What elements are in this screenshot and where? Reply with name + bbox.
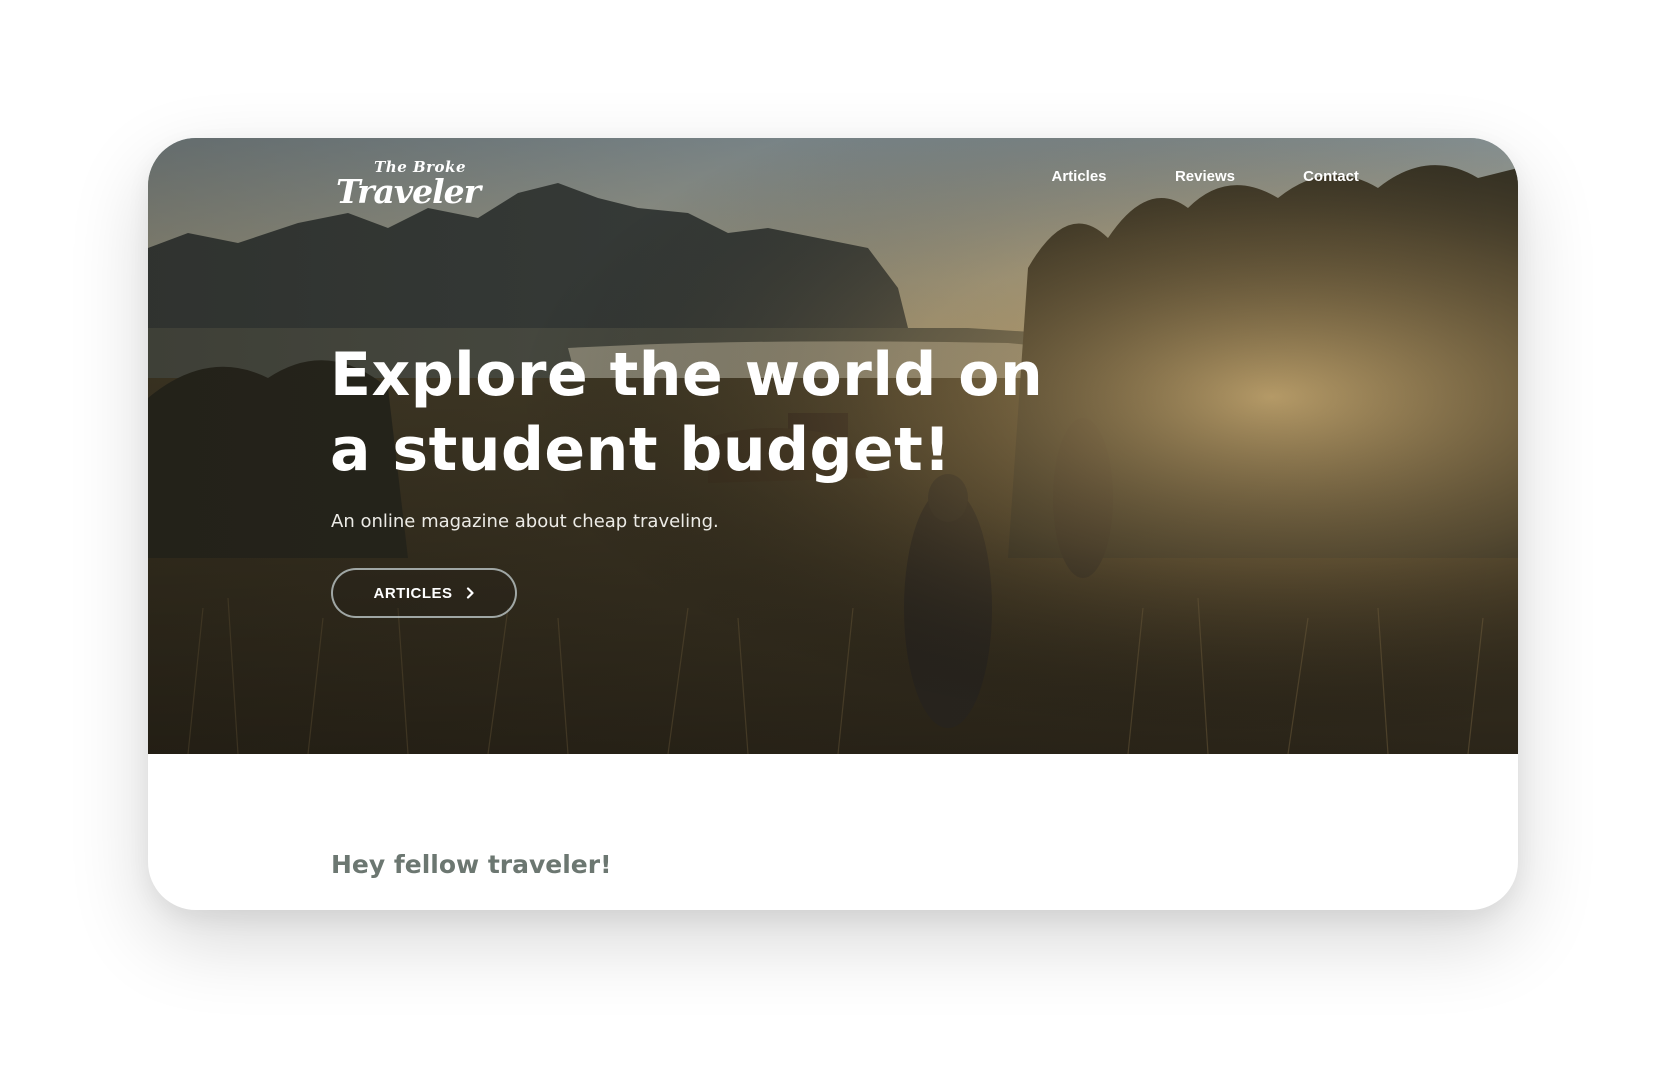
nav-item-articles[interactable]: Articles xyxy=(1042,168,1116,185)
logo-big-text: Traveler xyxy=(336,172,481,211)
nav-item-reviews[interactable]: Reviews xyxy=(1168,168,1242,185)
hero-section: The Broke Traveler Articles Reviews Cont… xyxy=(148,138,1518,754)
hero-headline: Explore the world on a student budget! xyxy=(330,340,1044,485)
articles-button-label: ARTICLES xyxy=(373,584,453,602)
hero-subtitle: An online magazine about cheap traveling… xyxy=(331,511,719,532)
intro-heading: Hey fellow traveler! xyxy=(331,850,612,879)
page-card: The Broke Traveler Articles Reviews Cont… xyxy=(148,138,1518,910)
chevron-right-icon xyxy=(466,587,474,599)
articles-button[interactable]: ARTICLES xyxy=(331,568,517,618)
site-logo[interactable]: The Broke Traveler xyxy=(336,158,481,212)
main-nav: Articles Reviews Contact xyxy=(1042,168,1368,185)
nav-item-contact[interactable]: Contact xyxy=(1294,168,1368,185)
